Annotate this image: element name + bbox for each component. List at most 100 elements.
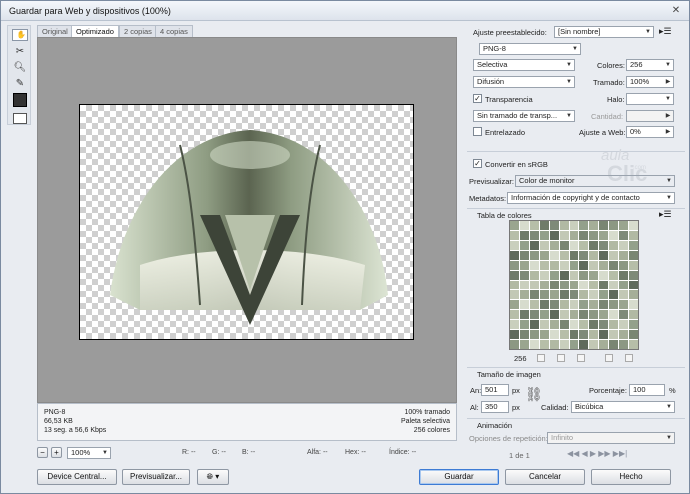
color-swatch[interactable] [510, 250, 519, 260]
panel-menu-icon[interactable]: ▸☰ [659, 26, 672, 37]
color-swatch[interactable] [510, 221, 519, 230]
color-swatch[interactable] [549, 250, 559, 260]
color-swatch[interactable] [539, 230, 549, 240]
color-swatch[interactable] [559, 260, 569, 270]
color-swatch[interactable] [510, 230, 519, 240]
color-swatch[interactable] [579, 300, 589, 310]
color-swatch[interactable] [579, 260, 589, 270]
color-swatch[interactable] [609, 260, 619, 270]
colores-select[interactable]: 256 ▼ [626, 59, 674, 71]
color-swatch[interactable] [539, 340, 549, 349]
color-swatch[interactable] [579, 330, 589, 340]
color-swatch[interactable] [539, 240, 549, 250]
color-swatch[interactable] [619, 340, 629, 349]
convertir-checkbox[interactable]: ✓ [473, 159, 482, 168]
color-swatch[interactable] [609, 340, 619, 349]
tab-original[interactable]: Original [37, 25, 73, 37]
color-swatch[interactable] [549, 330, 559, 340]
color-swatch[interactable] [529, 260, 539, 270]
color-swatch[interactable] [589, 320, 599, 330]
color-swatch[interactable] [589, 340, 599, 349]
color-swatch[interactable] [589, 250, 599, 260]
color-swatch[interactable] [599, 340, 609, 349]
color-swatch[interactable] [559, 221, 569, 230]
color-swatch[interactable] [609, 221, 619, 230]
hecho-button[interactable]: Hecho [591, 469, 671, 485]
transparencia-checkbox[interactable]: ✓ [473, 94, 482, 103]
color-swatch[interactable] [619, 330, 629, 340]
color-swatch[interactable] [629, 310, 638, 320]
color-swatch[interactable] [519, 280, 529, 290]
color-swatch[interactable] [559, 310, 569, 320]
color-swatch[interactable] [609, 290, 619, 300]
color-swatch[interactable] [510, 280, 519, 290]
color-swatch[interactable] [619, 230, 629, 240]
color-swatch[interactable] [619, 270, 629, 280]
color-swatch[interactable] [619, 310, 629, 320]
eyedropper-color-swatch[interactable] [13, 93, 27, 107]
color-swatch[interactable] [589, 260, 599, 270]
color-swatch[interactable] [599, 330, 609, 340]
color-swatch[interactable] [589, 290, 599, 300]
color-swatch[interactable] [539, 221, 549, 230]
color-swatch[interactable] [629, 330, 638, 340]
zoom-in-button[interactable]: + [51, 447, 62, 458]
color-swatch[interactable] [510, 260, 519, 270]
color-swatch[interactable] [539, 270, 549, 280]
color-swatch[interactable] [569, 280, 579, 290]
color-swatch[interactable] [589, 230, 599, 240]
color-swatch[interactable] [529, 280, 539, 290]
hand-tool-icon[interactable]: ✋ [12, 29, 28, 41]
ajuste-web-select[interactable]: 0% ▶ [626, 126, 674, 138]
color-swatch[interactable] [569, 300, 579, 310]
color-swatch[interactable] [510, 290, 519, 300]
color-swatch[interactable] [529, 290, 539, 300]
color-swatch[interactable] [510, 270, 519, 280]
color-swatch[interactable] [519, 310, 529, 320]
calidad-select[interactable]: Bicúbica ▼ [571, 401, 675, 413]
color-swatch[interactable] [549, 240, 559, 250]
color-swatch[interactable] [559, 340, 569, 349]
close-icon[interactable]: ✕ [669, 4, 683, 18]
color-swatch[interactable] [629, 300, 638, 310]
color-swatch[interactable] [539, 330, 549, 340]
color-swatch[interactable] [569, 320, 579, 330]
color-swatch[interactable] [510, 300, 519, 310]
color-swatch[interactable] [579, 340, 589, 349]
color-swatch[interactable] [609, 230, 619, 240]
color-swatch[interactable] [559, 330, 569, 340]
color-swatch[interactable] [549, 230, 559, 240]
browser-preview-button[interactable]: 🌐︎ ▾ [197, 469, 229, 485]
height-field[interactable]: 350 [481, 401, 509, 413]
color-swatch[interactable] [629, 250, 638, 260]
color-swatch[interactable] [549, 290, 559, 300]
eyedropper-icon[interactable]: ✎ [12, 77, 28, 91]
color-swatch[interactable] [579, 250, 589, 260]
color-swatch[interactable] [539, 280, 549, 290]
color-swatch[interactable] [529, 300, 539, 310]
color-swatch[interactable] [569, 270, 579, 280]
color-swatch[interactable] [519, 270, 529, 280]
color-swatch[interactable] [609, 320, 619, 330]
color-swatch[interactable] [549, 300, 559, 310]
color-swatch[interactable] [609, 330, 619, 340]
color-swatch[interactable] [569, 230, 579, 240]
color-swatch[interactable] [529, 221, 539, 230]
color-swatch[interactable] [559, 290, 569, 300]
color-swatch[interactable] [529, 250, 539, 260]
color-swatch[interactable] [619, 221, 629, 230]
dither-select[interactable]: Difusión ▼ [473, 76, 575, 88]
color-swatch[interactable] [599, 320, 609, 330]
color-swatch[interactable] [619, 280, 629, 290]
previsualizar-select[interactable]: Color de monitor ▼ [515, 175, 675, 187]
guardar-button[interactable]: Guardar [419, 469, 499, 485]
zoom-tool-icon[interactable]: 🔍︎ [12, 61, 28, 75]
color-swatch[interactable] [629, 221, 638, 230]
width-field[interactable]: 501 [481, 384, 509, 396]
color-swatch[interactable] [609, 310, 619, 320]
zoom-select[interactable]: 100% ▼ [67, 447, 111, 459]
color-swatch[interactable] [599, 250, 609, 260]
color-swatch[interactable] [519, 260, 529, 270]
color-swatch[interactable] [569, 330, 579, 340]
color-table-grid[interactable] [509, 220, 639, 350]
